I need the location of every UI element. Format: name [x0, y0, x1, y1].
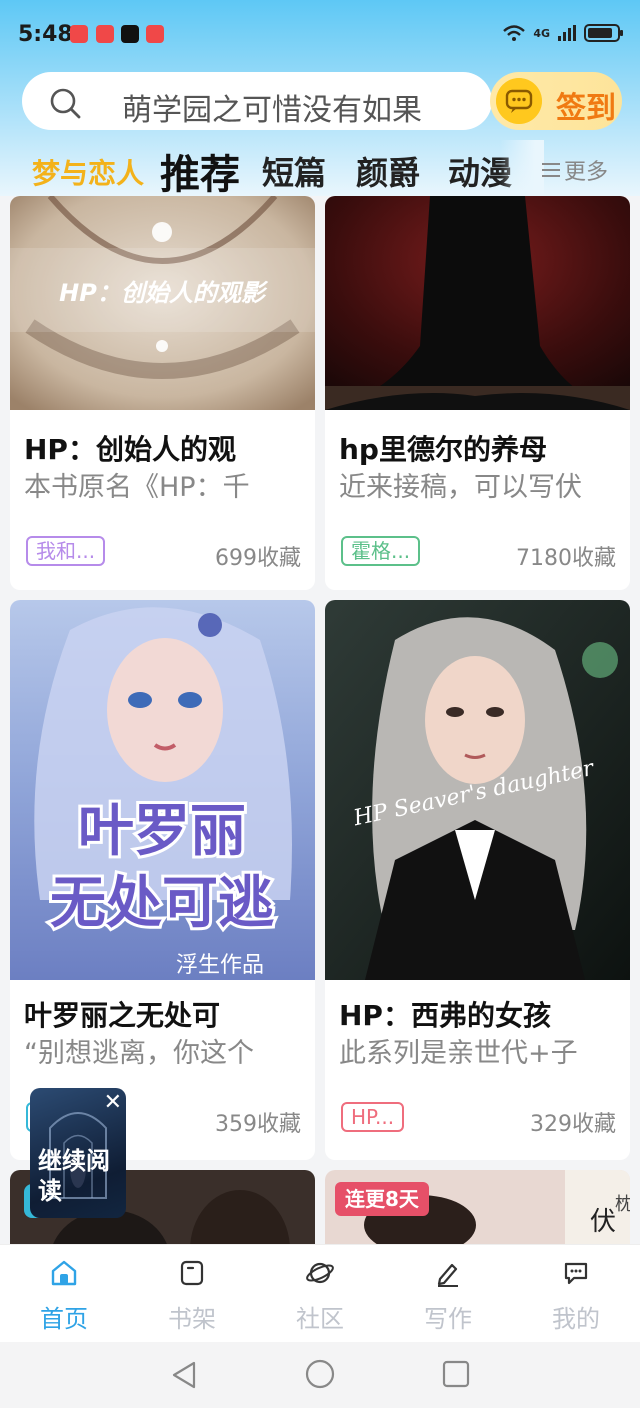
- book-description: “别想逃离，你这个: [24, 1038, 254, 1069]
- collect-count: 699收藏: [215, 546, 301, 571]
- book-title: 叶罗丽之无处可: [24, 999, 221, 1032]
- search-bar[interactable]: 萌学园之可惜没有如果: [22, 72, 492, 130]
- book-title: HP：西弗的女孩: [339, 999, 551, 1032]
- back-icon[interactable]: [170, 1360, 198, 1390]
- book-card[interactable]: HP Seaver's daughter HP：西弗的女孩 此系列是亲世代+子 …: [325, 600, 630, 1160]
- book-cover: [325, 196, 630, 410]
- cover-title-line2: 无处可逃: [50, 871, 274, 936]
- app-notification-icon: [96, 25, 114, 43]
- book-feed: HP：创始人的观影 HP：创始人的观 本书原名《HP：千 我和... 699收藏…: [0, 196, 640, 1244]
- status-bar: 5:48 4G: [0, 0, 640, 70]
- book-card[interactable]: hp里德尔的养母 近来接稿，可以写伏 霍格... 7180收藏: [325, 196, 630, 590]
- home-circle-icon[interactable]: [304, 1358, 336, 1390]
- menu-icon: [542, 163, 560, 177]
- chat-bubble-icon: [496, 78, 542, 124]
- message-icon: [564, 1262, 588, 1285]
- app-notification-icon: [70, 25, 88, 43]
- nav-bookshelf-label: 书架: [168, 1305, 216, 1333]
- nav-home[interactable]: 首页: [0, 1245, 128, 1343]
- bottom-nav: 首页 书架 社区 写作 我的: [0, 1244, 640, 1342]
- book-cover: 叶罗丽 无处可逃 浮生作品: [10, 600, 315, 980]
- continue-reading-widget[interactable]: ✕ 继续阅读: [30, 1088, 126, 1218]
- book-card[interactable]: 伏 枕 连更8天: [325, 1170, 630, 1244]
- tab-short[interactable]: 短篇: [262, 148, 326, 194]
- wifi-icon: [503, 25, 526, 41]
- continue-reading-label: 继续阅读: [38, 1147, 110, 1205]
- cover-title-text: HP：创始人的观影: [59, 279, 269, 307]
- book-description: 本书原名《HP：千: [24, 472, 250, 503]
- nav-profile-label: 我的: [552, 1305, 600, 1333]
- book-card[interactable]: 叶罗丽 无处可逃 浮生作品 叶罗丽之无处可 “别想逃离，你这个 359收藏: [10, 600, 315, 1160]
- signin-button[interactable]: 签到: [490, 72, 622, 130]
- nav-community[interactable]: 社区: [256, 1245, 384, 1343]
- recents-icon[interactable]: [442, 1360, 470, 1388]
- cover-signature: 浮生作品: [176, 953, 264, 978]
- update-badge: 连更8天: [335, 1182, 429, 1216]
- book-card[interactable]: HP：创始人的观影 HP：创始人的观 本书原名《HP：千 我和... 699收藏: [10, 196, 315, 590]
- status-indicators: 4G: [503, 24, 623, 42]
- app-notification-icon: [146, 25, 164, 43]
- book-tag[interactable]: 霍格...: [341, 536, 421, 566]
- book-tag[interactable]: HP...: [341, 1102, 405, 1132]
- book-cover: HP：创始人的观影: [10, 196, 315, 410]
- tiktok-notification-icon: [121, 25, 139, 43]
- search-placeholder: 萌学园之可惜没有如果: [122, 93, 422, 128]
- book-description: 近来接稿，可以写伏: [339, 472, 582, 503]
- close-icon[interactable]: ✕: [104, 1090, 122, 1115]
- tab-yanjue[interactable]: 颜爵: [356, 148, 420, 194]
- more-button[interactable]: 更多: [542, 154, 608, 186]
- status-time: 5:48: [18, 22, 73, 47]
- nav-profile[interactable]: 我的: [512, 1245, 640, 1343]
- book-cover: HP Seaver's daughter: [325, 600, 630, 980]
- system-nav-bar: [0, 1342, 640, 1408]
- signal-icon: [558, 25, 576, 41]
- nav-bookshelf[interactable]: 书架: [128, 1245, 256, 1343]
- category-tabs: 梦与恋人 推荐 短篇 颜爵 动漫 更多: [0, 140, 640, 198]
- book-title: HP：创始人的观: [24, 433, 236, 466]
- book-title: hp里德尔的养母: [339, 433, 547, 466]
- more-label: 更多: [564, 160, 609, 185]
- nav-write[interactable]: 写作: [384, 1245, 512, 1343]
- collect-count: 7180收藏: [516, 546, 616, 571]
- search-icon: [50, 88, 81, 119]
- book-description: 此系列是亲世代+子: [339, 1038, 578, 1069]
- signin-label: 签到: [556, 91, 616, 126]
- home-icon: [51, 1260, 77, 1286]
- svg-text:伏: 伏: [590, 1207, 616, 1237]
- network-label: 4G: [533, 26, 550, 40]
- planet-icon: [306, 1262, 334, 1284]
- nav-home-label: 首页: [40, 1305, 88, 1333]
- nav-write-label: 写作: [424, 1305, 472, 1333]
- battery-icon: [584, 24, 623, 42]
- collect-count: 329收藏: [530, 1112, 616, 1137]
- tab-dream-lovers[interactable]: 梦与恋人: [32, 152, 144, 192]
- collect-count: 359收藏: [215, 1112, 301, 1137]
- pen-icon: [437, 1263, 458, 1287]
- svg-text:枕: 枕: [615, 1194, 630, 1215]
- bookshelf-icon: [180, 1260, 204, 1286]
- book-tag[interactable]: 我和...: [26, 536, 106, 566]
- tab-fade: [500, 140, 544, 196]
- cover-title-line1: 叶罗丽: [78, 799, 246, 864]
- nav-community-label: 社区: [296, 1305, 344, 1333]
- tab-recommended[interactable]: 推荐: [160, 142, 240, 200]
